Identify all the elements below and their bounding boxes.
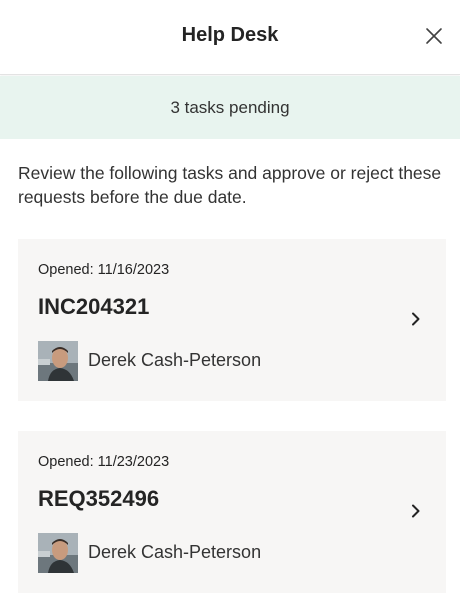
assignee-name: Derek Cash-Peterson bbox=[88, 542, 262, 562]
task-open-button[interactable] bbox=[406, 309, 426, 329]
chevron-right-icon bbox=[412, 312, 420, 326]
pending-banner: 3 tasks pending bbox=[0, 76, 460, 139]
instructions-text: Review the following tasks and approve o… bbox=[18, 163, 442, 207]
avatar bbox=[38, 341, 78, 381]
close-button[interactable] bbox=[420, 22, 448, 50]
task-opened-date: Opened: 11/23/2023 bbox=[38, 454, 170, 470]
avatar bbox=[38, 533, 78, 573]
task-card-2[interactable]: Opened: 11/23/2023 REQ352496 Derek Cash-… bbox=[18, 431, 446, 593]
task-id: REQ352496 bbox=[38, 486, 160, 511]
task-opened-date: Opened: 11/16/2023 bbox=[38, 262, 170, 278]
page-title: Help Desk bbox=[181, 24, 279, 46]
header: Help Desk bbox=[0, 0, 460, 75]
task-open-button[interactable] bbox=[406, 501, 426, 521]
assignee-name: Derek Cash-Peterson bbox=[88, 350, 262, 370]
pending-count-text: 3 tasks pending bbox=[170, 97, 290, 117]
task-card-1[interactable]: Opened: 11/16/2023 INC204321 Derek Cash-… bbox=[18, 239, 446, 401]
chevron-right-icon bbox=[412, 504, 420, 518]
task-id: INC204321 bbox=[38, 294, 150, 319]
close-icon bbox=[426, 28, 442, 44]
